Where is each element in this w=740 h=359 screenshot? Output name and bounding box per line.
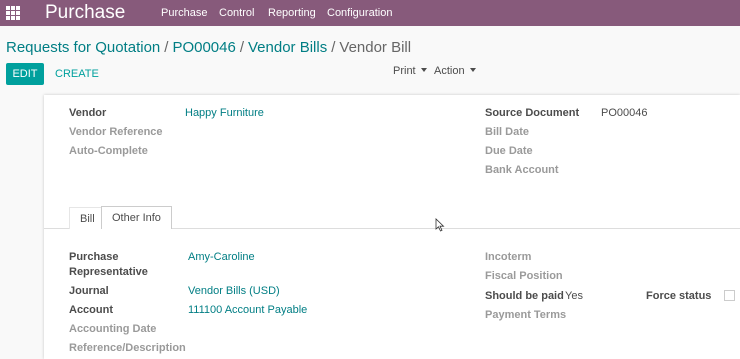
source-document-label: Source Document (485, 107, 580, 119)
menu-configuration[interactable]: Configuration (327, 6, 392, 20)
menu-reporting[interactable]: Reporting (268, 6, 316, 20)
force-status-label: Force status (646, 290, 712, 302)
account-label: Account (69, 304, 113, 316)
breadcrumb-rfq[interactable]: Requests for Quotation (6, 39, 160, 56)
purchase-rep-label-line1: Purchase (69, 251, 119, 263)
mouse-cursor-icon (435, 218, 445, 232)
edit-button[interactable]: EDIT (6, 63, 44, 85)
top-navbar: Purchase Purchase Control Reporting Conf… (0, 0, 740, 26)
should-be-paid-field[interactable]: Yes (565, 290, 583, 303)
action-dropdown[interactable]: Action (434, 65, 476, 77)
breadcrumb: Requests for Quotation / PO00046/Vendor Bi… (6, 39, 411, 57)
create-button[interactable]: CREATE (55, 68, 99, 80)
breadcrumb-separator: / (331, 39, 336, 56)
bank-account-label: Bank Account (485, 164, 559, 176)
breadcrumb-separator: / (239, 39, 244, 56)
apps-grid-icon[interactable] (6, 6, 20, 20)
auto-complete-label: Auto-Complete (69, 145, 148, 157)
breadcrumb-separator: / (164, 39, 169, 56)
vendor-reference-label: Vendor Reference (69, 126, 163, 138)
fiscal-position-label: Fiscal Position (485, 270, 563, 282)
accounting-date-label: Accounting Date (69, 323, 157, 335)
breadcrumb-vendor-bills[interactable]: Vendor Bills (248, 39, 327, 56)
journal-field[interactable]: Vendor Bills (USD) (188, 285, 280, 298)
tab-other-info[interactable]: Other Info (101, 206, 172, 229)
reference-description-label: Reference/Description (69, 342, 186, 354)
caret-down-icon (469, 68, 476, 72)
print-dropdown[interactable]: Print (393, 65, 427, 77)
source-document-field[interactable]: PO00046 (601, 107, 647, 120)
purchase-rep-label-line2: Representative (69, 266, 148, 278)
vendor-label: Vendor (69, 107, 107, 119)
incoterm-label: Incoterm (485, 251, 532, 263)
bill-date-label: Bill Date (485, 126, 530, 138)
app-title: Purchase (45, 2, 126, 23)
menu-purchase[interactable]: Purchase (161, 6, 207, 20)
purchase-representative-field[interactable]: Amy-Caroline (188, 251, 255, 264)
should-be-paid-label: Should be paid (485, 290, 564, 302)
breadcrumb-current: Vendor Bill (339, 39, 412, 56)
breadcrumb-po[interactable]: PO00046 (172, 39, 235, 56)
force-status-checkbox[interactable] (724, 290, 735, 301)
account-field[interactable]: 111100 Account Payable (188, 304, 307, 317)
journal-label: Journal (69, 285, 109, 297)
vendor-field[interactable]: Happy Furniture (185, 107, 264, 120)
menu-control[interactable]: Control (219, 6, 254, 20)
due-date-label: Due Date (485, 145, 533, 157)
action-label: Action (434, 65, 465, 77)
caret-down-icon (420, 68, 427, 72)
print-label: Print (393, 65, 416, 77)
payment-terms-label: Payment Terms (485, 309, 567, 321)
